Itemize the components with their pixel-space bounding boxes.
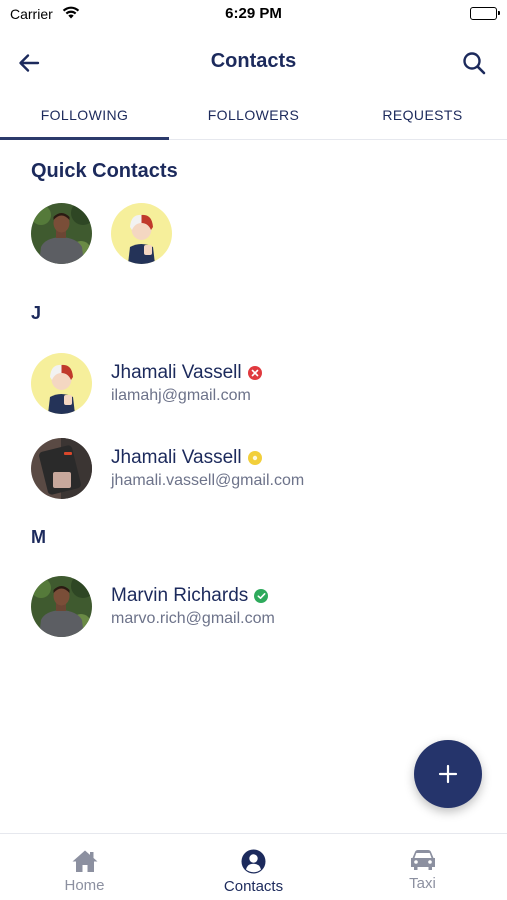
contact-avatar — [31, 437, 92, 499]
nav-taxi[interactable]: Taxi — [338, 834, 507, 900]
contact-avatar — [31, 575, 92, 637]
quick-contact-avatar-man[interactable] — [31, 203, 92, 264]
contact-row[interactable]: Jhamali Vassell jhamali.vassell@gmail.co… — [31, 436, 481, 500]
nav-taxi-label: Taxi — [409, 875, 436, 892]
contact-name: Marvin Richards — [111, 584, 249, 606]
tab-following[interactable]: FOLLOWING — [0, 90, 169, 140]
contact-email: ilamahj@gmail.com — [111, 386, 251, 404]
quick-contact-avatar-cartoon[interactable] — [111, 203, 172, 264]
app-header: Contacts — [0, 38, 507, 88]
arrow-left-icon — [19, 54, 40, 72]
section-letter-m: M — [31, 527, 46, 547]
search-icon — [463, 52, 486, 75]
clock: 6:29 PM — [225, 5, 282, 22]
section-letter-j: J — [31, 303, 42, 323]
plus-icon — [438, 764, 458, 784]
contact-email: jhamali.vassell@gmail.com — [111, 471, 305, 489]
pending-status-icon — [247, 450, 262, 465]
search-button[interactable] — [459, 48, 489, 78]
contact-avatar — [31, 352, 92, 414]
nav-home[interactable]: Home — [0, 834, 169, 900]
contact-row[interactable]: Marvin Richards marvo.rich@gmail.com — [31, 574, 481, 638]
quick-contacts-title: Quick Contacts — [31, 160, 178, 182]
nav-contacts[interactable]: Contacts — [169, 834, 338, 900]
contact-name: Jhamali Vassell — [111, 361, 242, 383]
contacts-tabs: FOLLOWING FOLLOWERS REQUESTS — [0, 90, 507, 140]
status-bar: Carrier 6:29 PM — [0, 0, 507, 28]
back-button[interactable] — [14, 48, 44, 78]
contact-row[interactable]: Jhamali Vassell ilamahj@gmail.com — [31, 351, 481, 415]
verified-status-icon — [254, 588, 269, 603]
contact-email: marvo.rich@gmail.com — [111, 609, 275, 627]
car-icon — [410, 850, 435, 870]
home-icon — [72, 850, 97, 872]
add-contact-button[interactable] — [414, 740, 482, 808]
quick-contacts-row — [31, 203, 172, 264]
nav-home-label: Home — [64, 877, 105, 894]
blocked-status-icon — [247, 365, 262, 380]
nav-contacts-label: Contacts — [223, 878, 284, 895]
page-title: Contacts — [210, 50, 297, 72]
tab-followers[interactable]: FOLLOWERS — [169, 90, 338, 139]
contact-name: Jhamali Vassell — [111, 446, 242, 468]
battery-icon — [470, 7, 500, 20]
tab-requests[interactable]: REQUESTS — [338, 90, 507, 139]
bottom-navigation: Home Contacts Taxi — [0, 833, 507, 900]
user-circle-icon — [241, 849, 266, 874]
